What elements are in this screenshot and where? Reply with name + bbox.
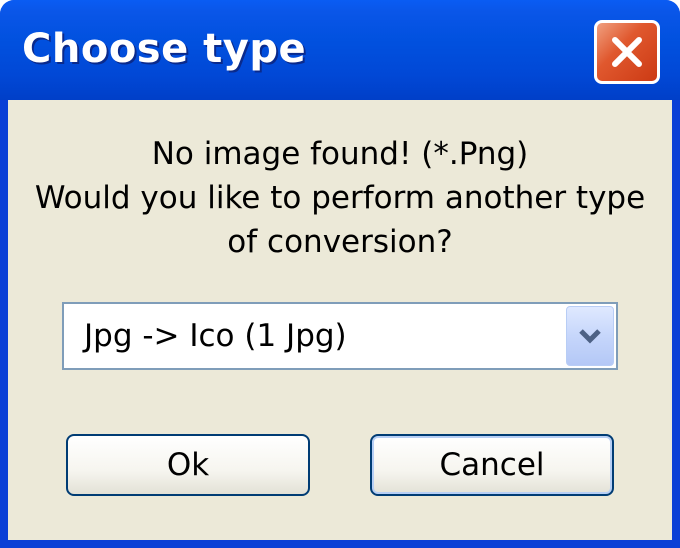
message-line-1: No image found! (*.Png) [151, 136, 529, 172]
dialog-window: Choose type No image found! (*.Png) Woul… [0, 0, 680, 548]
message-line-3: of conversion? [227, 224, 453, 260]
dialog-title: Choose type [22, 26, 307, 72]
ok-button[interactable]: Ok [66, 434, 310, 496]
dropdown-selected-value: Jpg -> Ico (1 Jpg) [84, 318, 347, 354]
close-button[interactable] [594, 20, 660, 84]
title-bar[interactable]: Choose type [0, 0, 680, 100]
cancel-button[interactable]: Cancel [370, 434, 614, 496]
dialog-body: No image found! (*.Png) Would you like t… [8, 100, 672, 540]
close-icon [612, 37, 642, 67]
chevron-down-icon [579, 329, 601, 344]
conversion-type-dropdown[interactable]: Jpg -> Ico (1 Jpg) [62, 302, 618, 370]
message-line-2: Would you like to perform another type [34, 180, 646, 216]
dropdown-arrow-button[interactable] [566, 306, 614, 366]
message-text: No image found! (*.Png) Would you like t… [8, 132, 672, 264]
